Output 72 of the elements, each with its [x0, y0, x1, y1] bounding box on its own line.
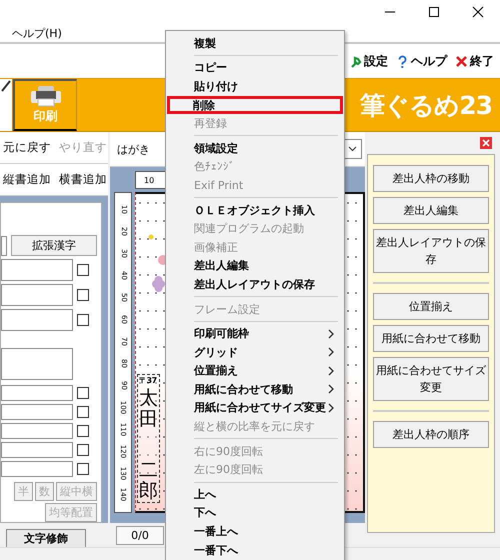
- chevron-right-icon: [328, 328, 334, 339]
- menu-item[interactable]: コピー: [168, 58, 342, 78]
- menu-item[interactable]: 印刷可能枠: [168, 324, 342, 343]
- input-field[interactable]: [1, 236, 7, 256]
- chevron-right-icon: [328, 347, 334, 358]
- input-field[interactable]: [1, 423, 73, 440]
- sender-panel-button[interactable]: 差出人レイアウトの保存: [373, 229, 489, 274]
- checkbox[interactable]: [77, 314, 89, 326]
- extended-kanji-button[interactable]: 拡張漢字: [11, 235, 97, 256]
- input-field[interactable]: [1, 309, 73, 332]
- menu-item[interactable]: 領域設定: [168, 138, 342, 158]
- chevron-right-icon: [328, 402, 334, 413]
- input-field[interactable]: [1, 404, 73, 420]
- app-logo: 筆ぐるめ23: [360, 90, 493, 122]
- checkbox[interactable]: [77, 444, 89, 456]
- ruler-number: 10: [144, 176, 154, 184]
- menu-item[interactable]: 用紙に合わせて移動: [168, 380, 342, 399]
- sender-panel-button[interactable]: 用紙に合わせてサイズ変更: [373, 357, 489, 402]
- maximize-icon[interactable]: [428, 6, 440, 18]
- menu-item[interactable]: グリッド: [168, 342, 342, 362]
- paper-label: はがき: [117, 142, 150, 156]
- toolbar-button[interactable]: 横書追加: [58, 170, 108, 190]
- menu-item[interactable]: 貼り付け: [168, 77, 342, 96]
- input-field[interactable]: [1, 348, 73, 380]
- sender-frame[interactable]: 〒37 太田 二郎: [137, 374, 160, 503]
- input-field[interactable]: [1, 284, 73, 306]
- input-field[interactable]: [1, 385, 73, 402]
- printer-icon: [28, 85, 62, 107]
- chevron-right-icon: [328, 384, 334, 394]
- postal-code: 〒37: [139, 375, 158, 386]
- sender-panel-button[interactable]: 位置揃え: [373, 293, 489, 320]
- menu-item[interactable]: 一番下へ: [168, 540, 342, 560]
- menu-item[interactable]: ＯＬＥオブジェクト挿入: [168, 200, 342, 220]
- close-icon[interactable]: [472, 6, 484, 18]
- wrench-icon: [349, 54, 362, 68]
- question-mark-icon: [396, 54, 409, 68]
- menu-item[interactable]: 削除: [167, 96, 343, 114]
- input-field[interactable]: [1, 442, 73, 458]
- brush-icon: [0, 79, 12, 93]
- chevron-down-icon: [348, 146, 356, 152]
- checkbox[interactable]: [77, 387, 89, 400]
- sender-panel-button[interactable]: 差出人枠の順序: [373, 421, 489, 448]
- sender-panel-button[interactable]: 差出人編集: [373, 197, 489, 224]
- sender-panel-button[interactable]: 差出人枠の移動: [373, 165, 489, 192]
- toolbar-link[interactable]: 終了: [455, 52, 494, 70]
- menu-item[interactable]: 下へ: [168, 504, 342, 522]
- chevron-right-icon: [328, 366, 334, 376]
- toolbar-link[interactable]: 設定: [349, 52, 388, 70]
- menu-item[interactable]: 一番上へ: [168, 522, 342, 541]
- menu-item[interactable]: 上へ: [168, 485, 342, 504]
- sender-name: 二郎: [139, 460, 158, 502]
- menu-bar-item[interactable]: ヘルプ(H): [12, 26, 62, 40]
- menu-item[interactable]: 位置揃え: [168, 362, 342, 380]
- menu-item[interactable]: 用紙に合わせてサイズ変更: [168, 398, 342, 418]
- toolbar-button[interactable]: 縦書追加: [2, 170, 52, 190]
- menu-item[interactable]: 差出人レイアウトの保存: [168, 275, 342, 294]
- toolbar-link[interactable]: ヘルプ: [396, 52, 447, 70]
- checkbox[interactable]: [77, 264, 89, 276]
- checkbox[interactable]: [77, 289, 89, 302]
- input-field[interactable]: [1, 461, 73, 478]
- checkbox[interactable]: [77, 425, 89, 438]
- checkbox[interactable]: [77, 406, 89, 418]
- input-field[interactable]: [1, 259, 73, 282]
- sender-panel-button[interactable]: 用紙に合わせて移動: [373, 325, 489, 352]
- cross-icon: [455, 54, 468, 68]
- page-counter: 0/0: [116, 526, 164, 544]
- sender-name: 太田: [139, 388, 158, 430]
- tab[interactable]: 文字修飾: [6, 529, 86, 547]
- menu-item[interactable]: 差出人編集: [168, 256, 342, 276]
- checkbox[interactable]: [77, 463, 89, 476]
- menu-item[interactable]: 複製: [168, 34, 342, 53]
- undo-button[interactable]: 元に戻す: [2, 138, 52, 158]
